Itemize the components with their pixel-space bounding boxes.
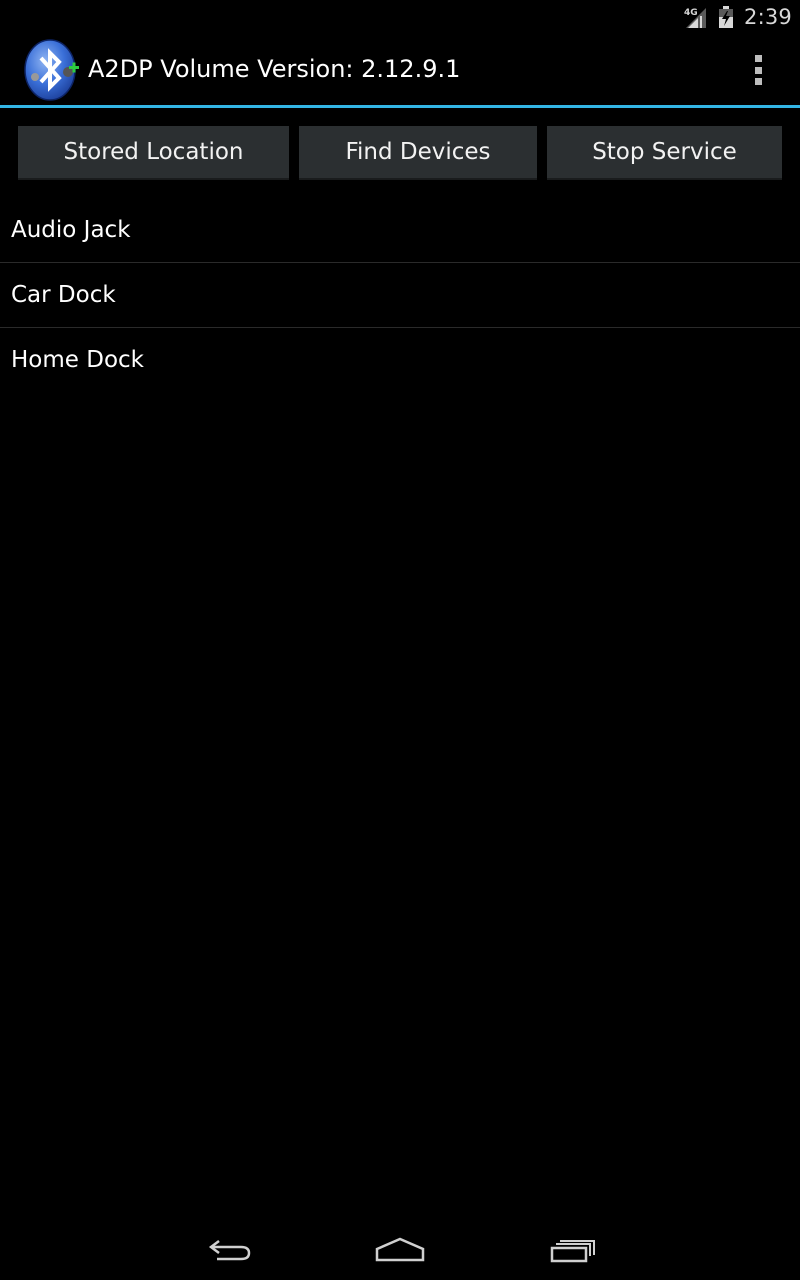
button-row: Stored Location Find Devices Stop Servic… (18, 126, 782, 180)
app-title: A2DP Volume Version: 2.12.9.1 (88, 55, 461, 83)
overflow-dot (754, 55, 762, 62)
overflow-dot (754, 66, 762, 74)
list-item-home-dock[interactable]: Home Dock (0, 328, 800, 392)
status-bar: 4G 2:39 (0, 0, 800, 33)
battery-icon (718, 5, 734, 28)
action-bar: A2DP Volume Version: 2.12.9.1 (0, 33, 800, 108)
status-time: 2:39 (744, 4, 792, 29)
overflow-dot (754, 78, 762, 85)
recent-apps-icon[interactable] (541, 1230, 601, 1270)
navigation-bar (0, 1220, 800, 1280)
list-item-audio-jack[interactable]: Audio Jack (0, 198, 800, 263)
back-icon[interactable] (200, 1230, 260, 1270)
device-list: Audio Jack Car Dock Home Dock (0, 198, 800, 392)
stop-service-button[interactable]: Stop Service (547, 126, 782, 180)
overflow-menu-icon[interactable] (746, 55, 770, 85)
list-item-car-dock[interactable]: Car Dock (0, 263, 800, 328)
screen: 4G 2:39 A2DP Volume Version: 2.12.9.1 St… (0, 0, 800, 1280)
signal-icon: 4G (684, 6, 708, 28)
home-icon[interactable] (370, 1230, 430, 1270)
status-icons: 4G 2:39 (684, 0, 792, 33)
find-devices-button[interactable]: Find Devices (299, 126, 537, 180)
network-type-label: 4G (684, 8, 698, 18)
stored-location-button[interactable]: Stored Location (18, 126, 289, 180)
bluetooth-app-icon[interactable] (24, 39, 80, 101)
